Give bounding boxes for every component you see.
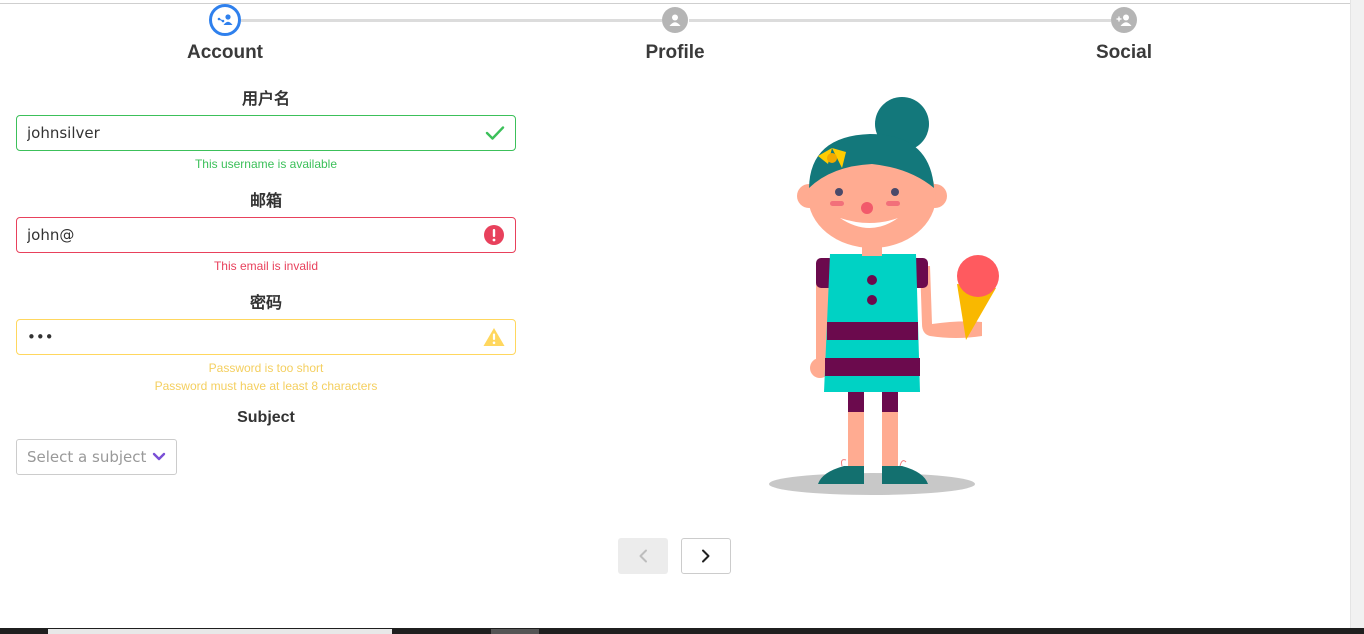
check-icon — [485, 126, 505, 140]
step-social-circle[interactable] — [1111, 7, 1137, 33]
password-field[interactable] — [16, 319, 516, 355]
step-label-account[interactable]: Account — [155, 42, 295, 64]
password-label: 密码 — [249, 295, 282, 312]
add-user-icon — [1116, 14, 1132, 26]
top-border — [0, 3, 1350, 4]
user-icon — [669, 14, 681, 26]
subject-label: Subject — [237, 409, 295, 426]
step-label-profile[interactable]: Profile — [605, 42, 745, 64]
chevron-right-icon — [702, 549, 710, 563]
step-connector — [241, 19, 662, 22]
subject-select-placeholder: Select a subject — [27, 448, 147, 466]
password-input[interactable] — [27, 328, 483, 346]
email-input[interactable] — [27, 226, 483, 244]
chevron-left-icon — [639, 549, 647, 563]
step-profile-circle[interactable] — [662, 7, 688, 33]
girl-with-ice-cream-illustration — [769, 97, 999, 495]
chevron-down-icon — [152, 452, 166, 461]
warning-triangle-icon — [483, 328, 505, 346]
username-input[interactable] — [27, 124, 485, 142]
taskbar-item[interactable] — [491, 629, 539, 634]
step-label-social[interactable]: Social — [1054, 42, 1194, 64]
email-label: 邮箱 — [249, 193, 282, 210]
vertical-scrollbar[interactable] — [1350, 0, 1364, 628]
email-field[interactable] — [16, 217, 516, 253]
step-account-circle[interactable] — [209, 4, 241, 36]
previous-button[interactable] — [618, 538, 668, 574]
username-label: 用户名 — [241, 91, 290, 108]
password-message-length: Password must have at least 8 characters — [154, 379, 378, 393]
email-message: This email is invalid — [213, 259, 319, 273]
next-button[interactable] — [681, 538, 731, 574]
step-connector — [689, 19, 1111, 22]
password-message-short: Password is too short — [208, 361, 324, 375]
share-person-icon — [217, 14, 233, 25]
subject-select[interactable]: Select a subject — [16, 439, 177, 475]
exclamation-circle-icon — [484, 225, 504, 245]
taskbar — [0, 628, 1364, 634]
username-message: This username is available — [194, 157, 338, 171]
username-field[interactable] — [16, 115, 516, 151]
taskbar-item[interactable] — [48, 629, 392, 634]
